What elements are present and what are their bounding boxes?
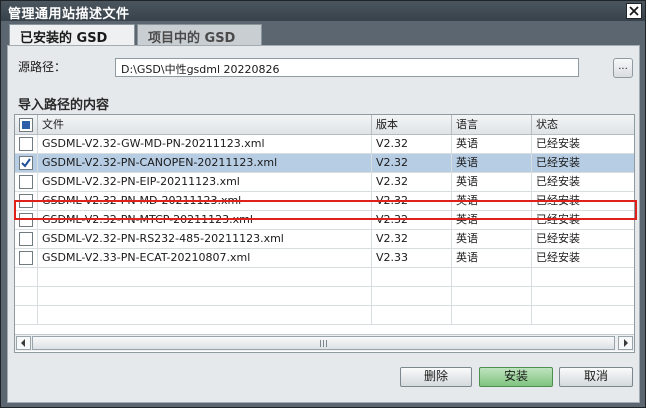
cell-status: 已经安装 [531,230,634,249]
cell-status: 已经安装 [531,192,634,211]
scroll-thumb[interactable] [32,336,615,350]
cell-file: GSDML-V2.32-PN-EIP-20211123.xml [37,173,371,192]
cell-status: 已经安装 [531,135,634,154]
section-title: 导入路径的内容 [18,98,110,113]
empty-cell [371,268,451,287]
row-checkbox[interactable] [19,175,33,189]
cell-version: V2.32 [371,135,451,154]
table-row[interactable]: GSDML-V2.32-PN-MD-20211123.xml V2.32 英语 已经安… [15,192,634,211]
cell-status: 已经安装 [531,173,634,192]
row-checkbox[interactable] [19,251,33,265]
cell-language: 英语 [451,192,531,211]
empty-cell [37,306,371,325]
cell-version: V2.32 [371,154,451,173]
source-path-label: 源路径： [18,60,67,74]
cell-status: 已经安装 [531,249,634,268]
empty-table-row [15,306,634,325]
empty-cell [451,268,531,287]
column-header-language[interactable]: 语言 [451,115,531,135]
horizontal-scrollbar[interactable] [15,334,634,351]
cell-file: GSDML-V2.32-PN-MTCP-20211123.xml [37,211,371,230]
tab-installed-gsd[interactable]: 已安装的 GSD [9,24,135,46]
empty-table-row [15,268,634,287]
cell-version: V2.32 [371,211,451,230]
cell-version: V2.32 [371,173,451,192]
tab-bar: 已安装的 GSD 项目中的 GSD [1,21,645,46]
table-row[interactable]: GSDML-V2.32-PN-MTCP-20211123.xml V2.32 英语已… [15,211,634,230]
manage-gsd-dialog: 管理通用站描述文件 已安装的 GSD 项目中的 GSD 源路径： D:\GSD\… [0,0,646,408]
empty-cell [451,287,531,306]
cell-language: 英语 [451,154,531,173]
tab-project-gsd[interactable]: 项目中的 GSD [137,24,262,46]
scroll-right-button[interactable] [618,336,633,350]
table-row[interactable]: GSDML-V2.32-GW-MD-PN-20211123.xml V2.32 英语… [15,135,634,154]
table-header: 文件 版本 语言 状态 [15,115,634,135]
empty-cell [531,287,634,306]
cell-language: 英语 [451,135,531,154]
cell-file: GSDML-V2.33-PN-ECAT-20210807.xml [37,249,371,268]
content-panel: 源路径： D:\GSD\中性gsdml 20220826 ... 导入路径的内容… [7,45,640,403]
cell-file: GSDML-V2.32-GW-MD-PN-20211123.xml [37,135,371,154]
row-checkbox[interactable] [19,232,33,246]
cell-version: V2.32 [371,230,451,249]
table-row[interactable]: GSDML-V2.33-PN-ECAT-20210807.xml V2.33 英语已… [15,249,634,268]
cell-language: 英语 [451,173,531,192]
column-header-version[interactable]: 版本 [371,115,451,135]
cell-language: 英语 [451,211,531,230]
cell-language: 英语 [451,249,531,268]
scroll-left-button[interactable] [16,336,31,350]
empty-cell [37,268,371,287]
cell-file: GSDML-V2.32-PN-MD-20211123.xml [37,192,371,211]
cell-status: 已经安装 [531,154,634,173]
install-button[interactable]: 安装 [479,367,553,387]
row-checkbox[interactable] [19,194,33,208]
cell-version: V2.32 [371,192,451,211]
column-header-status[interactable]: 状态 [531,115,634,135]
empty-cell [37,287,371,306]
column-header-file[interactable]: 文件 [37,115,371,135]
row-checkbox[interactable] [19,156,33,170]
arrow-right-icon [624,339,628,347]
empty-cell [531,268,634,287]
close-button[interactable] [626,3,642,19]
row-checkbox[interactable] [19,213,33,227]
table-row[interactable]: GSDML-V2.32-PN-RS232-485-20211123.xml V2.… [15,230,634,249]
cell-version: V2.33 [371,249,451,268]
browse-button[interactable]: ... [613,58,633,78]
cancel-button[interactable]: 取消 [559,367,633,387]
gsd-file-table: 文件 版本 语言 状态 GSDML-V2.32-GW-MD-PN-2021112… [14,114,635,353]
table-row[interactable]: GSDML-V2.32-PN-CANOPEN-20211123.xml V2.32… [15,154,634,173]
partial-check-icon [22,121,30,129]
cell-language: 英语 [451,230,531,249]
empty-cell [531,306,634,325]
checkmark-icon [21,158,31,168]
cell-status: 已经安装 [531,211,634,230]
row-checkbox[interactable] [19,137,33,151]
close-icon [629,6,639,16]
empty-cell [371,306,451,325]
cell-file: GSDML-V2.32-PN-RS232-485-20211123.xml [37,230,371,249]
empty-cell [451,306,531,325]
empty-table-row [15,287,634,306]
cell-file: GSDML-V2.32-PN-CANOPEN-20211123.xml [37,154,371,173]
table-row[interactable]: GSDML-V2.32-PN-EIP-20211123.xml V2.32 英语 已经… [15,173,634,192]
empty-cell [371,287,451,306]
source-path-input[interactable]: D:\GSD\中性gsdml 20220826 [115,58,579,77]
title-bar: 管理通用站描述文件 [1,1,645,22]
grip-icon [320,340,328,347]
arrow-left-icon [21,339,25,347]
delete-button[interactable]: 删除 [400,367,472,387]
select-all-checkbox[interactable] [19,118,33,132]
window-title: 管理通用站描述文件 [8,7,130,22]
